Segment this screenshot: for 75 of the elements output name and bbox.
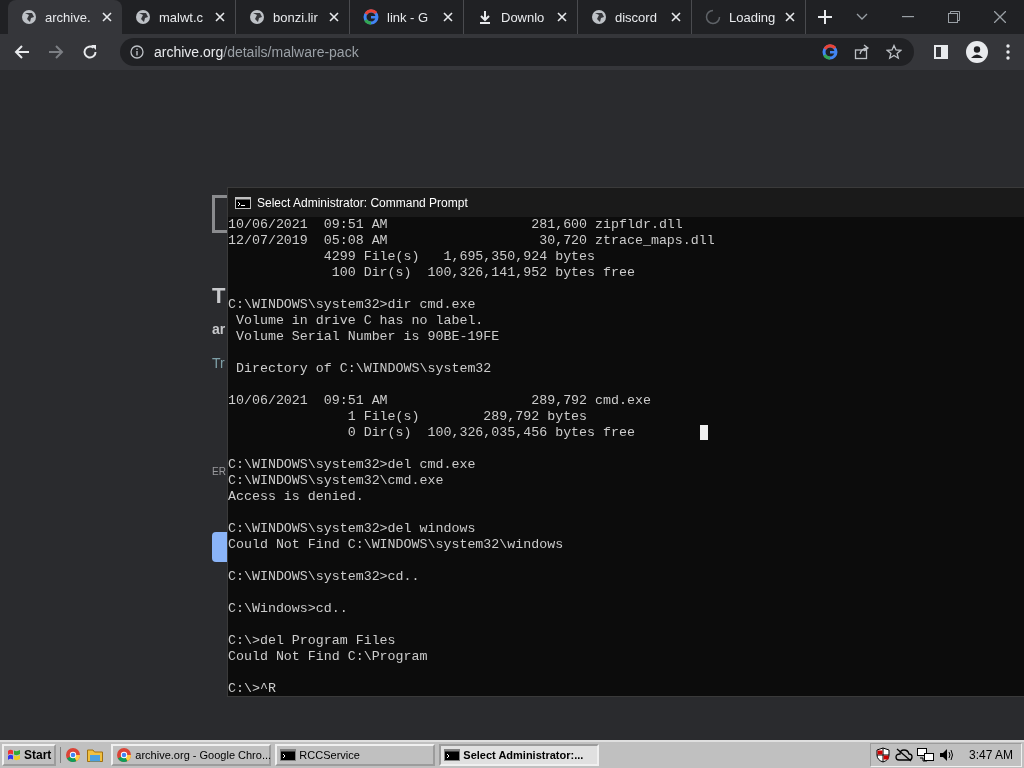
taskbar-button[interactable]: Select Administrator:...	[439, 744, 600, 766]
tab-title: archive.	[45, 9, 92, 25]
star-icon[interactable]	[886, 44, 902, 60]
folder-icon[interactable]	[87, 748, 104, 762]
console-line: Directory of C:\WINDOWS\system32	[234, 361, 492, 377]
back-icon[interactable]	[14, 44, 30, 60]
page-heading: T	[212, 283, 227, 309]
chrome-icon	[116, 747, 133, 763]
console-line: Could Not Find C:\WINDOWS\system32\windows	[228, 537, 564, 553]
console-line: 10/06/2021 09:51 AM 289,792 cmd.exe	[228, 393, 651, 409]
console-line: 4299 File(s) 1,695,350,924 bytes	[322, 249, 596, 265]
shield-icon[interactable]	[874, 747, 891, 763]
console-line: C:\WINDOWS\system32>cd..	[228, 569, 420, 585]
taskbar-button[interactable]: archive.org - Google Chro...	[111, 744, 272, 766]
console-line: Access is denied.	[228, 489, 364, 505]
console-line: 0 Dir(s) 100,326,035,456 bytes free	[346, 425, 635, 441]
google-icon[interactable]	[822, 44, 838, 60]
console-line: C:\WINDOWS\system32>del windows	[228, 521, 476, 537]
page-subtitle: ar	[212, 321, 227, 337]
globe-icon	[249, 9, 265, 25]
restore-icon[interactable]	[948, 11, 960, 23]
console-line: C:\Windows>cd..	[228, 601, 348, 617]
console-line: Could Not Find C:\Program	[228, 649, 428, 665]
console-line: C:\>^R	[228, 681, 276, 697]
console-icon	[280, 749, 297, 761]
speaker-icon[interactable]	[938, 748, 955, 762]
page-text: Tr	[212, 355, 226, 371]
info-icon	[130, 45, 144, 59]
console-line: 100 Dir(s) 100,326,141,952 bytes free	[330, 265, 635, 281]
page-label: ER	[212, 466, 227, 477]
globe-icon	[591, 9, 607, 25]
console-icon	[444, 749, 461, 761]
text-cursor	[700, 425, 708, 440]
tab-title: Downlo	[501, 9, 546, 25]
close-icon[interactable]	[994, 11, 1006, 23]
console-line: 1 File(s) 289,792 bytes	[346, 409, 588, 425]
console-line: 12/07/2019 05:08 AM 30,720 ztrace_maps.dll	[228, 233, 715, 249]
console-line: C:\WINDOWS\system32>del cmd.exe	[228, 457, 476, 473]
menu-icon[interactable]	[1006, 44, 1010, 60]
globe-icon	[135, 9, 151, 25]
sidebar-icon[interactable]	[934, 45, 948, 59]
minimize-icon[interactable]	[902, 16, 914, 18]
download-icon	[477, 9, 493, 25]
plus-icon[interactable]	[818, 10, 832, 24]
cloud-off-icon[interactable]	[894, 748, 913, 762]
console-line: C:\WINDOWS\system32\cmd.exe	[228, 473, 444, 489]
browser-tab[interactable]: archive.	[8, 0, 122, 34]
google-icon	[363, 9, 379, 25]
tab-title: malwt.c	[159, 9, 205, 25]
console-line: C:\>del Program Files	[228, 633, 396, 649]
console-line: Volume in drive C has no label.	[234, 313, 484, 329]
tab-title: link - G	[387, 9, 430, 25]
windows-logo-icon	[7, 749, 21, 761]
address-bar[interactable]: archive.org/details/malware-pack	[120, 38, 914, 66]
chevron-down-icon[interactable]	[856, 13, 868, 21]
network-icon[interactable]	[916, 747, 935, 763]
reload-icon[interactable]	[82, 44, 98, 60]
url-text: archive.org/details/malware-pack	[154, 44, 359, 60]
tab-title: bonzi.lir	[273, 9, 319, 25]
spinner-icon	[705, 9, 721, 25]
window-title: Select Administrator: Command Prompt	[257, 195, 468, 210]
start-button[interactable]: Start	[2, 744, 57, 766]
console-icon	[235, 196, 251, 209]
globe-icon	[21, 9, 37, 25]
console-line: Volume Serial Number is 90BE-19FE	[234, 329, 500, 345]
profile-icon[interactable]	[966, 41, 988, 63]
taskbar-button[interactable]: RCCService	[275, 744, 436, 766]
console-line: 10/06/2021 09:51 AM 281,600 zipfldr.dll	[228, 217, 683, 233]
chrome-icon[interactable]	[65, 747, 82, 763]
tab-title: Loading	[729, 9, 777, 25]
forward-icon[interactable]	[48, 44, 64, 60]
tab-title: discord	[615, 9, 658, 25]
clock-text: 3:47 AM	[968, 748, 1013, 762]
share-icon[interactable]	[854, 44, 870, 60]
console-line: C:\WINDOWS\system32>dir cmd.exe	[228, 297, 476, 313]
